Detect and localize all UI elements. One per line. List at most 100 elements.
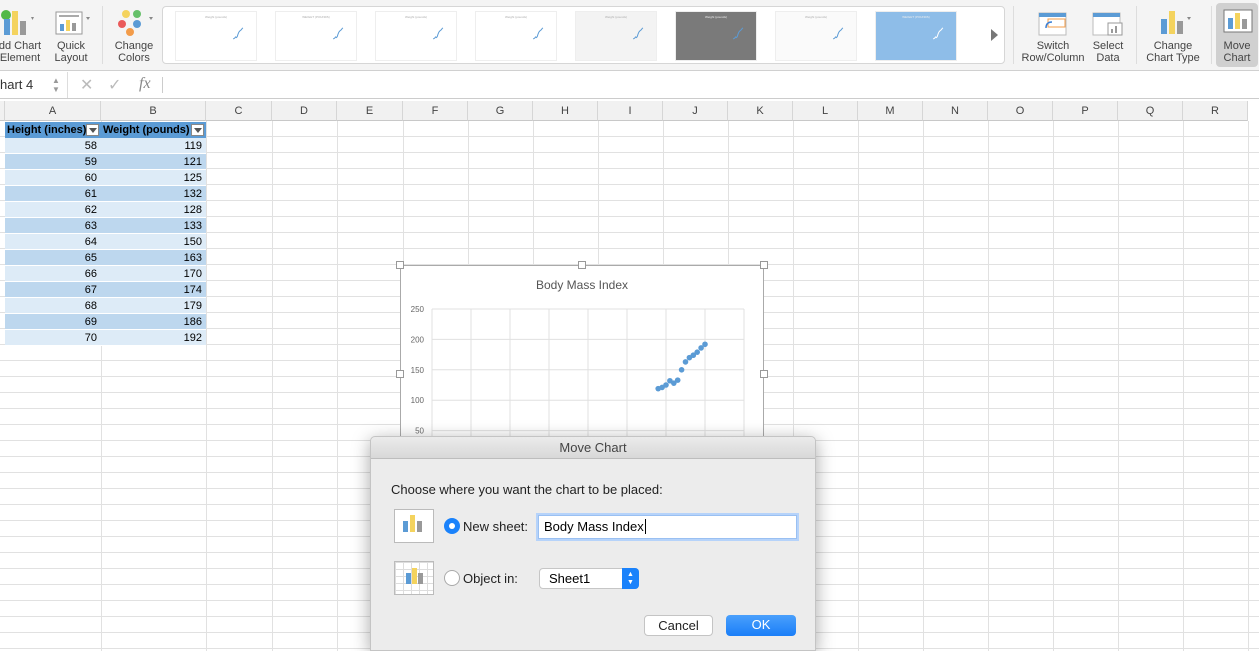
column-header-C[interactable]: C: [206, 101, 272, 121]
column-header-H[interactable]: H: [533, 101, 598, 121]
gallery-next-arrow-icon[interactable]: [991, 29, 998, 41]
y-tick-label: 250: [411, 305, 425, 314]
data-point[interactable]: [702, 341, 708, 348]
y-tick-label: 150: [411, 366, 425, 375]
cancel-button[interactable]: Cancel: [644, 615, 713, 636]
table-cell[interactable]: 64: [5, 234, 101, 250]
table-cell[interactable]: 179: [101, 298, 206, 314]
function-icon[interactable]: fx: [139, 75, 151, 93]
table-cell[interactable]: 60: [5, 170, 101, 186]
move-chart-button[interactable]: Move Chart: [1216, 3, 1258, 67]
ribbon-separator: [1136, 6, 1137, 64]
table-cell[interactable]: 119: [101, 138, 206, 154]
column-header-M[interactable]: M: [858, 101, 923, 121]
switch-row-column-button[interactable]: Switch Row/Column: [1020, 4, 1086, 64]
data-point[interactable]: [694, 349, 700, 355]
table-header-cell[interactable]: Weight (pounds): [101, 122, 206, 138]
column-header-Q[interactable]: Q: [1118, 101, 1183, 121]
column-header-A[interactable]: A: [5, 101, 101, 121]
table-cell[interactable]: 61: [5, 186, 101, 202]
table-cell[interactable]: 67: [5, 282, 101, 298]
column-header-O[interactable]: O: [988, 101, 1053, 121]
chart-style-thumbnail[interactable]: Weight (pounds): [775, 11, 857, 61]
column-header-P[interactable]: P: [1053, 101, 1118, 121]
change-chart-type-label: Change Chart Type: [1146, 40, 1200, 64]
new-sheet-name-value: Body Mass Index: [544, 519, 644, 534]
column-header-E[interactable]: E: [337, 101, 403, 121]
chart-style-thumbnail[interactable]: WEIGHT (POUNDS): [275, 11, 357, 61]
table-cell[interactable]: 66: [5, 266, 101, 282]
table-cell[interactable]: 174: [101, 282, 206, 298]
move-chart-label: Move Chart: [1223, 40, 1251, 64]
new-sheet-radio[interactable]: [444, 518, 460, 534]
column-header-G[interactable]: G: [468, 101, 533, 121]
table-cell[interactable]: 192: [101, 330, 206, 346]
chart-style-thumbnail[interactable]: Weight (pounds): [675, 11, 757, 61]
change-chart-type-button[interactable]: Change Chart Type: [1142, 4, 1204, 64]
select-stepper-icon: ▲ ▼: [622, 568, 639, 589]
select-all-corner[interactable]: [0, 101, 5, 121]
table-cell[interactable]: 163: [101, 250, 206, 266]
table-cell[interactable]: 150: [101, 234, 206, 250]
data-point[interactable]: [663, 382, 669, 388]
table-cell[interactable]: 59: [5, 154, 101, 170]
ribbon-separator: [1211, 6, 1212, 64]
column-header-K[interactable]: K: [728, 101, 793, 121]
table-cell[interactable]: 121: [101, 154, 206, 170]
table-cell[interactable]: 63: [5, 218, 101, 234]
column-gridline: [1248, 121, 1249, 651]
column-gridline: [988, 121, 989, 651]
chart-styles-gallery: Weight (pounds) WEIGHT (POUNDS) Weight (po…: [162, 6, 1005, 64]
name-box-stepper-icon[interactable]: ▲ ▼: [52, 76, 60, 94]
formula-input[interactable]: [170, 77, 1250, 95]
cancel-x-icon[interactable]: ✕: [80, 75, 93, 95]
filter-dropdown-icon[interactable]: [86, 124, 99, 136]
object-in-radio[interactable]: [444, 570, 460, 586]
table-cell[interactable]: 69: [5, 314, 101, 330]
column-header-J[interactable]: J: [663, 101, 728, 121]
table-cell[interactable]: 58: [5, 138, 101, 154]
table-cell[interactable]: 132: [101, 186, 206, 202]
ok-button[interactable]: OK: [726, 615, 796, 636]
dialog-title: Move Chart: [371, 437, 815, 459]
column-header-I[interactable]: I: [598, 101, 663, 121]
table-cell[interactable]: 70: [5, 330, 101, 346]
table-cell[interactable]: 133: [101, 218, 206, 234]
new-sheet-name-input[interactable]: Body Mass Index: [538, 515, 797, 539]
quick-layout-button[interactable]: Quick Layout: [46, 4, 96, 64]
enter-check-icon[interactable]: ✓: [108, 75, 121, 95]
object-in-chart-icon: [394, 561, 434, 595]
chart-style-thumbnail[interactable]: Weight (pounds): [475, 11, 557, 61]
table-cell[interactable]: 170: [101, 266, 206, 282]
data-point[interactable]: [682, 359, 689, 365]
column-header-F[interactable]: F: [403, 101, 468, 121]
chart-style-thumbnail[interactable]: Weight (pounds): [575, 11, 657, 61]
table-cell[interactable]: 128: [101, 202, 206, 218]
change-colors-label: Change Colors: [114, 40, 154, 64]
column-header-N[interactable]: N: [923, 101, 988, 121]
change-colors-button[interactable]: Change Colors: [110, 4, 158, 64]
column-header-L[interactable]: L: [793, 101, 858, 121]
table-cell[interactable]: 125: [101, 170, 206, 186]
chart-style-thumbnail[interactable]: Weight (pounds): [175, 11, 257, 61]
table-cell[interactable]: 62: [5, 202, 101, 218]
chart-style-thumbnail[interactable]: Weight (pounds): [375, 11, 457, 61]
data-point[interactable]: [678, 367, 685, 373]
select-data-button[interactable]: Select Data: [1088, 4, 1128, 64]
column-gridline: [923, 121, 924, 651]
filter-dropdown-icon[interactable]: [191, 124, 204, 136]
object-in-select[interactable]: Sheet1 ▲ ▼: [539, 568, 639, 589]
data-point[interactable]: [674, 377, 681, 383]
add-chart-element-button[interactable]: dd Chart Element: [0, 4, 48, 64]
chart-style-thumbnail[interactable]: WEIGHT (POUNDS): [875, 11, 957, 61]
table-cell[interactable]: 68: [5, 298, 101, 314]
column-header-B[interactable]: B: [101, 101, 206, 121]
switch-row-column-icon: [1020, 4, 1086, 40]
quick-layout-icon: [46, 4, 96, 40]
column-header-R[interactable]: R: [1183, 101, 1248, 121]
table-header-cell[interactable]: Height (inches): [5, 122, 101, 138]
table-cell[interactable]: 186: [101, 314, 206, 330]
chart[interactable]: Body Mass Index 250 200 150 100 50: [396, 261, 768, 465]
table-cell[interactable]: 65: [5, 250, 101, 266]
column-header-D[interactable]: D: [272, 101, 337, 121]
